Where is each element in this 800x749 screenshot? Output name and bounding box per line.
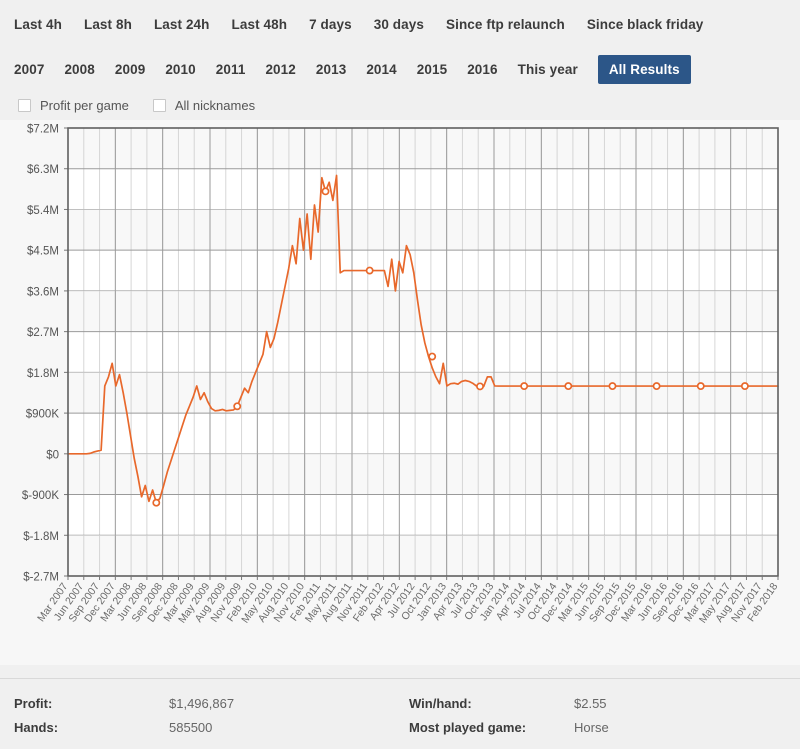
year-filter-2016[interactable]: 2016 [467,62,497,77]
y-axis-tick-label: $900K [26,409,60,421]
checkbox-wrap-all-nicknames[interactable]: All nicknames [152,97,256,113]
range-filter-last-8h[interactable]: Last 8h [84,17,132,32]
year-filter-2007[interactable]: 2007 [14,62,44,77]
range-filter-7-days[interactable]: 7 days [309,17,352,32]
data-point-marker[interactable] [608,382,617,391]
checkbox-label-profit-per-game: Profit per game [40,97,129,113]
y-axis-tick-label: $7.2M [27,124,59,136]
checkbox-label-all-nicknames: All nicknames [174,97,256,113]
y-axis-tick-label: $6.3M [27,164,59,176]
data-point-marker[interactable] [476,382,484,391]
year-filter-2013[interactable]: 2013 [316,62,346,77]
year-filter-2008[interactable]: 2008 [64,62,94,77]
range-filter-30-days[interactable]: 30 days [374,17,424,32]
y-axis-tick-label: $5.4M [27,205,59,217]
chart-options-row: Profit per game All nicknames [0,90,800,120]
data-point-marker[interactable] [321,187,330,196]
hands-label: Hands: [14,719,59,735]
y-axis-tick-label: $2.7M [27,327,59,339]
year-filter-2014[interactable]: 2014 [366,62,396,77]
data-point-marker[interactable] [365,266,374,275]
data-point-marker[interactable] [428,352,437,361]
y-axis-tick-label: $-1.8M [23,531,59,543]
year-filter-2011[interactable]: 2011 [216,62,246,77]
stat-row-profit: Profit: $1,496,867 [14,691,409,715]
range-filter-since-black-friday[interactable]: Since black friday [587,17,704,32]
stats-summary: Profit: $1,496,867 Hands: 585500 Win/han… [0,679,800,749]
data-point-marker[interactable] [233,402,242,411]
year-filter-2010[interactable]: 2010 [165,62,195,77]
y-axis-tick-label: $1.8M [27,368,59,380]
grid-band [68,209,778,251]
checkbox-profit-per-game[interactable] [18,98,31,112]
plot-background [68,128,778,576]
mostplayed-label: Most played game: [409,719,527,735]
range-filter-last-48h[interactable]: Last 48h [232,17,288,32]
data-point-marker[interactable] [152,498,161,507]
y-axis-tick-label: $-900K [22,490,59,502]
grid-band [68,453,778,495]
hands-value: 585500 [169,719,213,735]
range-filter-last-4h[interactable]: Last 4h [14,17,62,32]
grid-band [68,535,778,576]
data-point-marker[interactable] [564,382,573,391]
checkbox-wrap-profit-per-game[interactable]: Profit per game [18,98,129,113]
time-range-filter-row: Last 4h Last 8h Last 24h Last 48h 7 days 30 d… [0,0,800,48]
range-filter-since-ftp-relaunch[interactable]: Since ftp relaunch [446,17,565,32]
winhand-value: $2.55 [574,695,607,711]
stat-row-hands: Hands: 585500 [14,715,409,739]
year-filter-row: 2007 2008 2009 2010 2011 2012 2013 2014 2015 2016… [0,48,800,90]
checkbox-all-nicknames[interactable] [152,98,166,112]
stat-row-mostplayed: Most played game: Horse [409,715,609,739]
year-filter-2009[interactable]: 2009 [115,62,145,77]
grid-band [68,372,778,414]
profit-chart-svg[interactable]: $7.2M $6.3M $5.4M $4.5M $3.6M $2.7M $1.8M $900K… [0,120,800,665]
profit-value: $1,496,867 [169,695,235,711]
profit-graph-page: Last 4h Last 8h Last 24h Last 48h 7 days 30 d… [0,0,800,749]
winhand-label: Win/hand: [409,695,472,711]
y-axis-tick-label: $3.6M [27,286,59,298]
data-point-marker[interactable] [652,382,661,391]
stats-column-left: Profit: $1,496,867 Hands: 585500 [14,691,409,739]
grid-band [68,290,778,332]
profit-chart: $7.2M $6.3M $5.4M $4.5M $3.6M $2.7M $1.8M $900K… [0,120,800,665]
profit-label: Profit: [14,695,53,711]
data-point-marker[interactable] [520,382,529,391]
year-filter-2015[interactable]: 2015 [417,62,447,77]
y-axis-tick-label: $0 [46,449,59,461]
year-filter-this-year[interactable]: This year [518,62,578,77]
year-filter-all-results[interactable]: All Results [597,54,691,84]
range-filter-last-24h[interactable]: Last 24h [154,17,210,32]
year-filter-2012[interactable]: 2012 [265,62,295,77]
stats-column-right: Win/hand: $2.55 Most played game: Horse [409,691,609,739]
data-point-marker[interactable] [696,382,705,391]
y-axis-tick-label: $4.5M [27,246,59,258]
mostplayed-value: Horse [574,719,609,735]
y-axis-tick-label: $-2.7M [23,572,59,584]
data-point-marker[interactable] [740,382,749,391]
grid-band [68,128,778,169]
stat-row-winhand: Win/hand: $2.55 [409,691,609,715]
